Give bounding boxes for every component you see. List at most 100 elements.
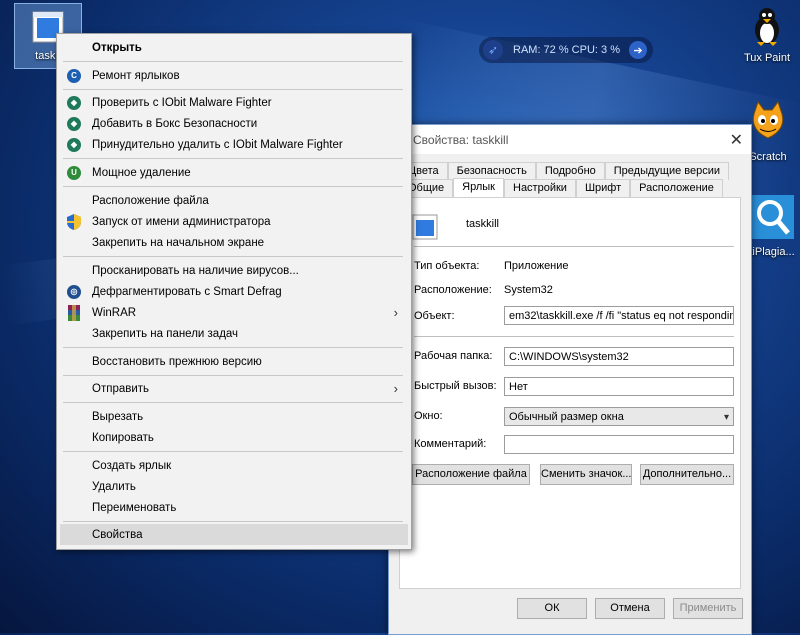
- divider: [414, 336, 734, 337]
- target-field[interactable]: em32\taskkill.exe /f /fi "status eq not …: [504, 306, 734, 325]
- tabs-row-top: Цвета Безопасность Подробно Предыдущие в…: [399, 162, 730, 180]
- menu-item-cut[interactable]: Вырезать: [60, 406, 408, 427]
- menu-item-iobit-scan[interactable]: ◆ Проверить с IObit Malware Fighter: [60, 92, 408, 113]
- menu-item-powerful-uninstall[interactable]: U Мощное удаление: [60, 162, 408, 183]
- open-file-location-button[interactable]: Расположение файла: [412, 464, 530, 485]
- menu-item-winrar[interactable]: WinRAR ›: [60, 302, 408, 323]
- monitor-text: RAM: 72 % CPU: 3 %: [513, 44, 620, 56]
- chevron-down-icon: ▾: [723, 412, 729, 423]
- cancel-button[interactable]: Отмена: [595, 598, 665, 619]
- type-label: Тип объекта:: [414, 260, 480, 272]
- menu-item-label: Переименовать: [92, 501, 177, 514]
- menu-separator: [63, 451, 403, 452]
- menu-item-label: Закрепить на начальном экране: [92, 236, 265, 249]
- menu-item-label: Свойства: [92, 528, 143, 541]
- apply-button[interactable]: Применить: [673, 598, 743, 619]
- start-in-field[interactable]: C:\WINDOWS\system32: [504, 347, 734, 366]
- tab-options[interactable]: Настройки: [504, 179, 576, 197]
- menu-item-file-location[interactable]: Расположение файла: [60, 190, 408, 211]
- tab-shortcut[interactable]: Ярлык: [453, 178, 504, 198]
- menu-separator: [63, 158, 403, 159]
- menu-item-smart-defrag[interactable]: ◎ Дефрагментировать с Smart Defrag: [60, 281, 408, 302]
- menu-item-restore-version[interactable]: Восстановить прежнюю версию: [60, 351, 408, 372]
- dialog-titlebar[interactable]: Свойства: taskkill ✕: [389, 125, 751, 154]
- menu-item-label: Копировать: [92, 431, 154, 444]
- menu-item-pin-start[interactable]: Закрепить на начальном экране: [60, 232, 408, 253]
- menu-separator: [63, 186, 403, 187]
- iobit-shield-icon: ◆: [67, 137, 81, 152]
- iobit-shield-icon: ◆: [67, 116, 81, 131]
- menu-item-label: Ремонт ярлыков: [92, 69, 180, 82]
- ok-button[interactable]: ОК: [517, 598, 587, 619]
- menu-item-label: Принудительно удалить с IObit Malware Fi…: [92, 138, 343, 151]
- context-menu: Открыть C Ремонт ярлыков ◆ Проверить с I…: [56, 33, 412, 550]
- menu-item-label: Проверить с IObit Malware Fighter: [92, 96, 272, 109]
- target-label: Объект:: [414, 310, 455, 322]
- arrow-right-icon[interactable]: ➔: [629, 41, 647, 59]
- shortcut-tab-panel: taskkill Тип объекта: Приложение Располо…: [399, 197, 741, 589]
- menu-item-properties[interactable]: Свойства: [60, 524, 408, 545]
- menu-item-iobit-force-delete[interactable]: ◆ Принудительно удалить с IObit Malware …: [60, 134, 408, 155]
- dialog-title: Свойства: taskkill: [413, 132, 509, 147]
- menu-separator: [63, 521, 403, 522]
- winrar-icon: [68, 304, 80, 321]
- window-select[interactable]: Обычный размер окна ▾: [504, 407, 734, 426]
- menu-item-iobit-box[interactable]: ◆ Добавить в Бокс Безопасности: [60, 113, 408, 134]
- menu-item-label: Восстановить прежнюю версию: [92, 355, 262, 368]
- location-value: System32: [504, 284, 553, 296]
- shortcut-name: taskkill: [466, 218, 500, 230]
- desktop-icon-antiplagiat[interactable]: tiPlagia...: [744, 195, 800, 258]
- change-icon-button[interactable]: Сменить значок...: [540, 464, 632, 485]
- comment-field[interactable]: [504, 435, 734, 454]
- close-icon[interactable]: ✕: [730, 130, 743, 150]
- menu-item-copy[interactable]: Копировать: [60, 427, 408, 448]
- hotkey-field[interactable]: Нет: [504, 377, 734, 396]
- menu-item-label: Создать ярлык: [92, 459, 172, 472]
- menu-item-shortcut-repair[interactable]: C Ремонт ярлыков: [60, 65, 408, 86]
- divider: [414, 246, 734, 247]
- menu-separator: [63, 347, 403, 348]
- menu-separator: [63, 89, 403, 90]
- menu-item-label: Удалить: [92, 480, 136, 493]
- system-monitor-widget[interactable]: ➶ RAM: 72 % CPU: 3 % ➔: [479, 37, 653, 63]
- tabs-row-bottom: Общие Ярлык Настройки Шрифт Расположение: [399, 178, 723, 198]
- tab-details[interactable]: Подробно: [535, 162, 605, 180]
- menu-item-label: WinRAR: [92, 306, 137, 319]
- menu-item-virus-scan[interactable]: Просканировать на наличие вирусов...: [60, 260, 408, 281]
- tab-previous-versions[interactable]: Предыдущие версии: [604, 162, 730, 180]
- desktop-icon-tux-paint[interactable]: Tux Paint: [738, 6, 796, 64]
- shortcut-repair-icon: C: [67, 68, 81, 83]
- menu-item-label: Закрепить на панели задач: [92, 327, 239, 340]
- menu-item-label: Просканировать на наличие вирусов...: [92, 264, 299, 277]
- scratch-cat-icon: [752, 100, 784, 139]
- menu-item-label: Дефрагментировать с Smart Defrag: [92, 285, 282, 298]
- tab-font[interactable]: Шрифт: [575, 179, 631, 197]
- menu-item-pin-taskbar[interactable]: Закрепить на панели задач: [60, 323, 408, 344]
- tab-layout[interactable]: Расположение: [630, 179, 723, 197]
- menu-item-open[interactable]: Открыть: [60, 37, 408, 58]
- advanced-button[interactable]: Дополнительно...: [640, 464, 734, 485]
- properties-dialog: Свойства: taskkill ✕ Цвета Безопасность …: [388, 124, 752, 635]
- menu-item-label: Открыть: [92, 41, 142, 54]
- type-value: Приложение: [504, 260, 569, 272]
- rocket-icon: ➶: [483, 40, 503, 60]
- hotkey-label: Быстрый вызов:: [414, 380, 497, 392]
- smart-defrag-icon: ◎: [67, 284, 81, 299]
- chevron-right-icon: ›: [393, 381, 398, 396]
- menu-item-label: Запуск от имени администратора: [92, 215, 271, 228]
- menu-item-create-shortcut[interactable]: Создать ярлык: [60, 455, 408, 476]
- uninstaller-icon: U: [67, 165, 81, 180]
- menu-item-run-as-admin[interactable]: Запуск от имени администратора: [60, 211, 408, 232]
- menu-separator: [63, 61, 403, 62]
- start-in-label: Рабочая папка:: [414, 350, 493, 362]
- window-select-value: Обычный размер окна: [509, 411, 624, 423]
- menu-separator: [63, 256, 403, 257]
- iobit-shield-icon: ◆: [67, 95, 81, 110]
- chevron-right-icon: ›: [393, 305, 398, 320]
- menu-item-rename[interactable]: Переименовать: [60, 497, 408, 518]
- menu-item-send-to[interactable]: Отправить ›: [60, 378, 408, 399]
- menu-item-label: Вырезать: [92, 410, 144, 423]
- menu-item-delete[interactable]: Удалить: [60, 476, 408, 497]
- desktop-icon-label: tiPlagia...: [749, 246, 795, 258]
- menu-item-label: Отправить: [92, 382, 150, 395]
